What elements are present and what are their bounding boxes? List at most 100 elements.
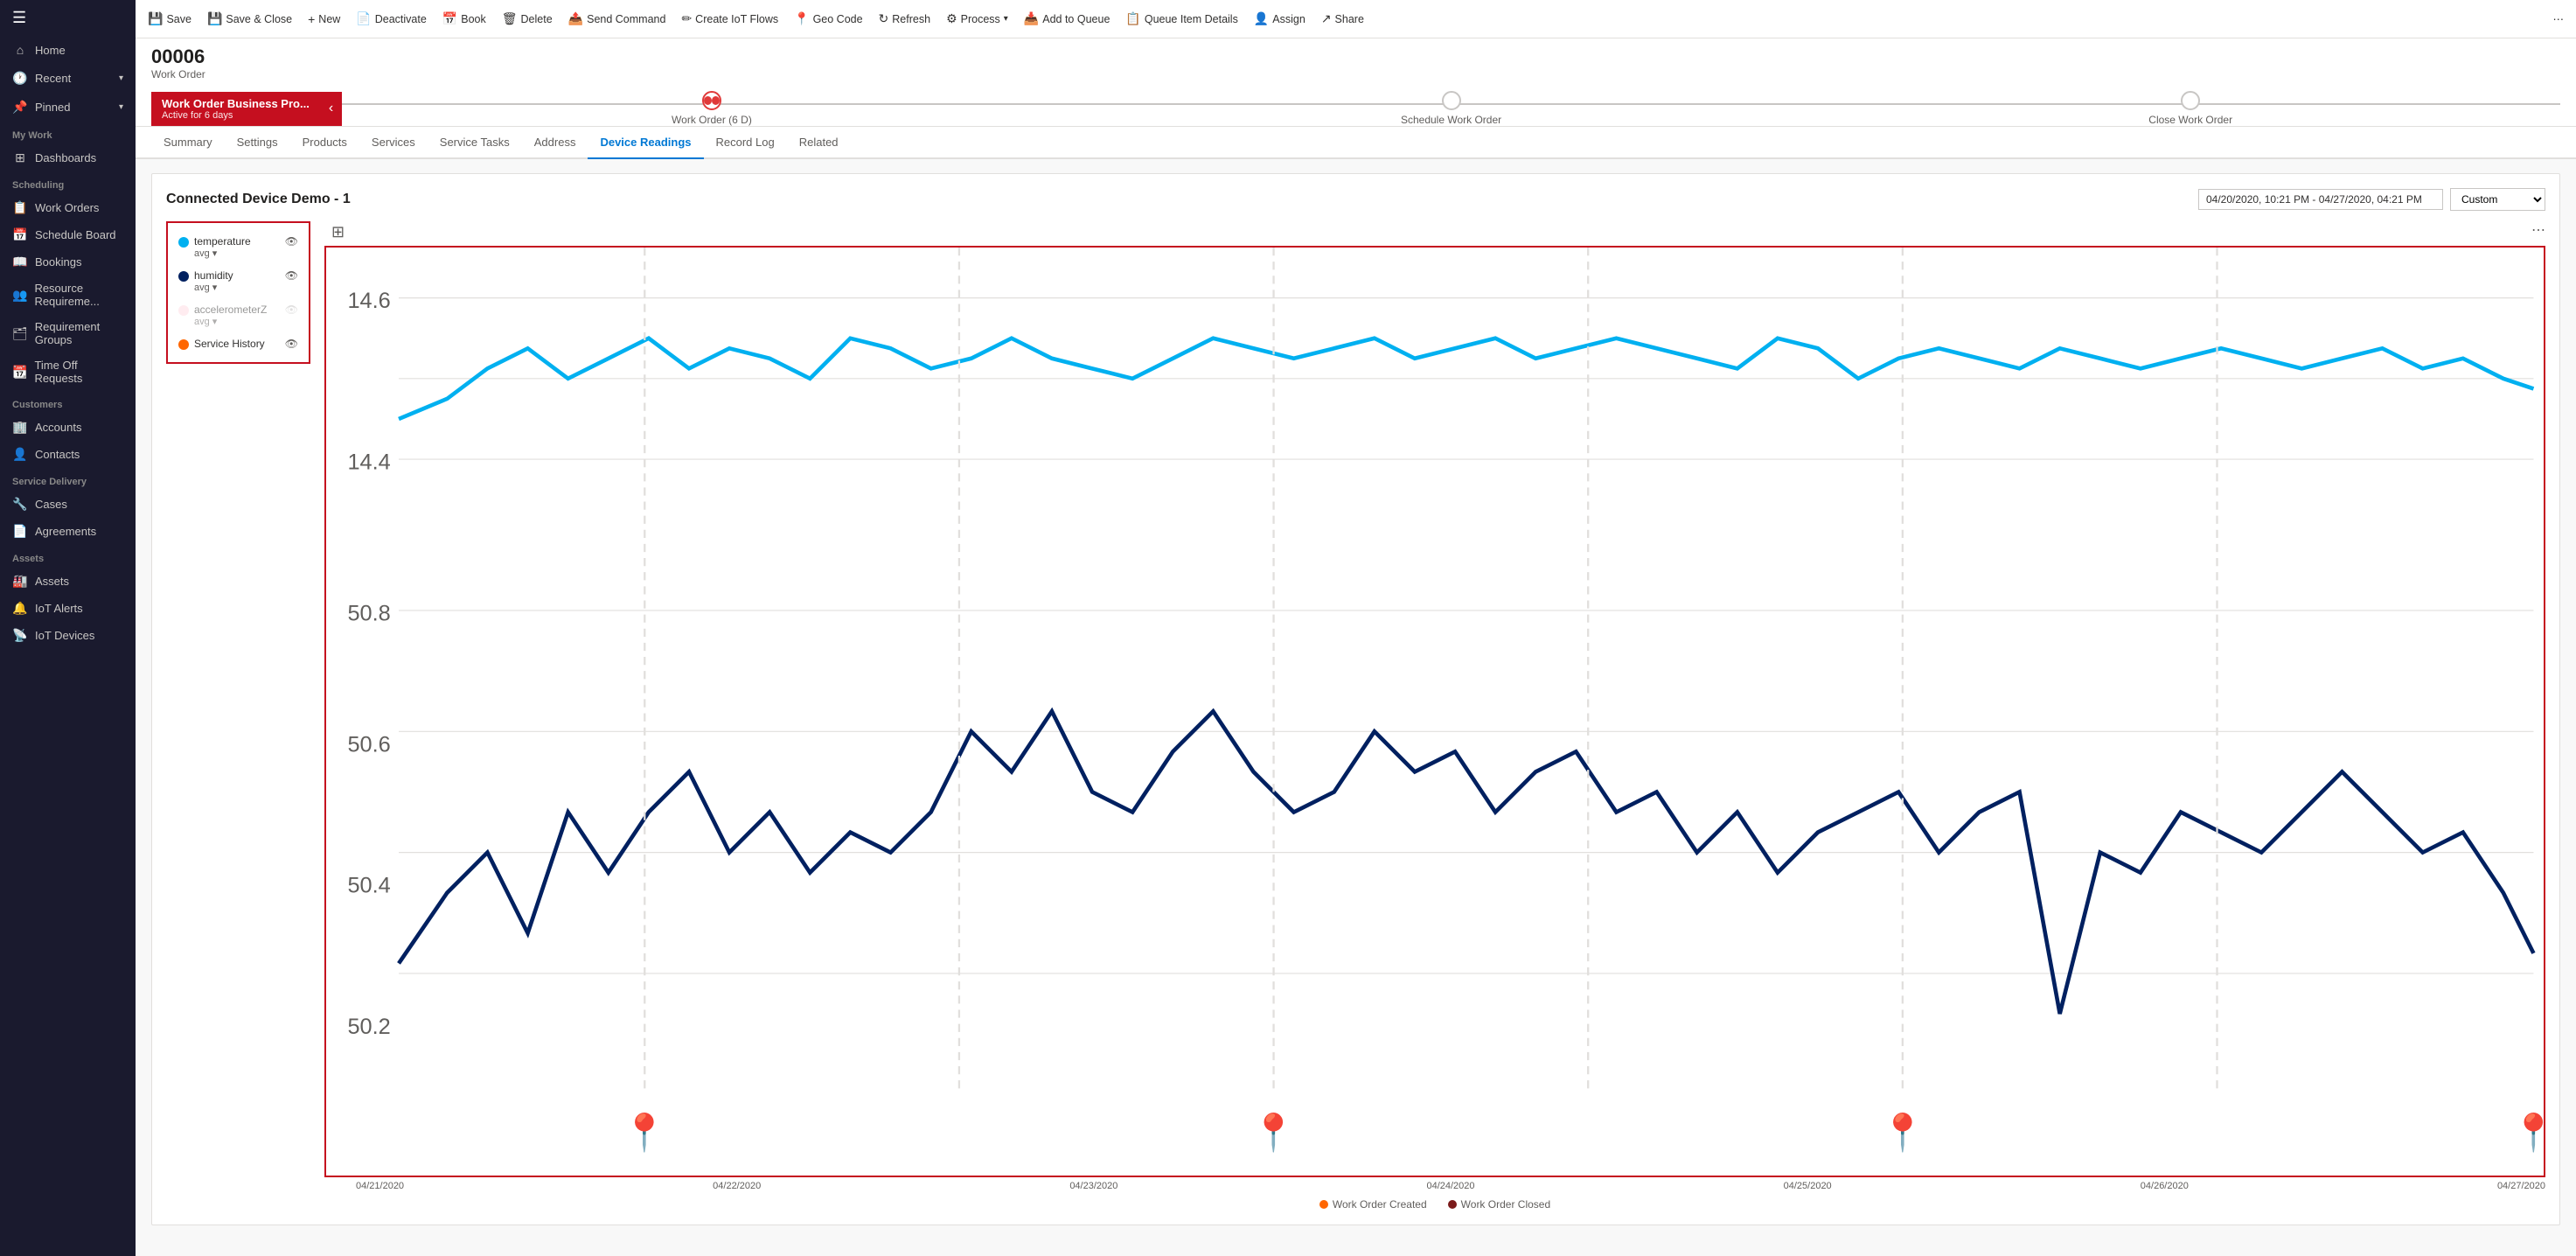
deactivate-button[interactable]: 📄 Deactivate xyxy=(349,7,434,31)
assign-label: Assign xyxy=(1272,13,1305,25)
send-command-label: Send Command xyxy=(587,13,665,25)
queue-item-details-button[interactable]: 📋 Queue Item Details xyxy=(1118,7,1244,31)
process-icon: ⚙ xyxy=(946,11,957,26)
status-circle-schedule xyxy=(1442,91,1461,110)
refresh-button[interactable]: ↻ Refresh xyxy=(872,7,938,31)
tab-services[interactable]: Services xyxy=(359,127,428,159)
status-label-work-order: Work Order (6 D) xyxy=(672,114,752,126)
chart-date-range: Custom Last 7 Days Last 30 Days xyxy=(2198,188,2545,211)
sidebar-item-bookings[interactable]: 📖 Bookings xyxy=(0,248,136,276)
geo-code-icon: 📍 xyxy=(794,11,809,26)
sidebar-pinned-label: Pinned xyxy=(35,101,70,114)
geo-code-button[interactable]: 📍 Geo Code xyxy=(787,7,869,31)
tab-address[interactable]: Address xyxy=(522,127,588,159)
bookings-icon: 📖 xyxy=(12,255,28,269)
sidebar-item-pinned[interactable]: 📌 Pinned ▾ xyxy=(0,93,136,122)
humidity-eye-icon[interactable]: 👁 xyxy=(285,269,298,282)
status-active-pill[interactable]: Work Order Business Pro... Active for 6 … xyxy=(151,92,320,126)
assets-icon: 🏭 xyxy=(12,574,28,589)
req-groups-label: Requirement Groups xyxy=(35,320,123,346)
sidebar-item-agreements[interactable]: 📄 Agreements xyxy=(0,518,136,545)
process-button[interactable]: ⚙ Process ▾ xyxy=(939,7,1015,31)
sidebar-item-requirement-groups[interactable]: 🗂 Requirement Groups xyxy=(0,314,136,352)
sidebar-item-recent[interactable]: 🕐 Recent ▾ xyxy=(0,64,136,93)
chart-layers-button[interactable]: ⊞ xyxy=(331,223,345,241)
tab-related[interactable]: Related xyxy=(787,127,851,159)
tab-settings[interactable]: Settings xyxy=(225,127,290,159)
share-button[interactable]: ↗ Share xyxy=(1314,7,1371,31)
tab-record-log[interactable]: Record Log xyxy=(704,127,787,159)
tab-products[interactable]: Products xyxy=(290,127,359,159)
share-icon: ↗ xyxy=(1321,11,1332,26)
iot-alerts-icon: 🔔 xyxy=(12,601,28,616)
iot-devices-icon: 📡 xyxy=(12,628,28,643)
accelerometer-eye-icon[interactable]: 👁 xyxy=(285,304,298,316)
work-order-closed-dot xyxy=(1448,1200,1457,1209)
book-button[interactable]: 📅 Book xyxy=(435,7,493,31)
tab-summary[interactable]: Summary xyxy=(151,127,225,159)
sidebar-item-dashboards[interactable]: ⊞ Dashboards xyxy=(0,144,136,171)
x-label-0423: 04/23/2020 xyxy=(1069,1181,1117,1191)
sidebar-item-accounts[interactable]: 🏢 Accounts xyxy=(0,414,136,441)
more-button[interactable]: ⋯ xyxy=(2546,8,2572,30)
accelerometer-dot xyxy=(178,305,189,316)
chart-options-button[interactable]: ⋯ xyxy=(2531,221,2545,239)
x-label-0422: 04/22/2020 xyxy=(713,1181,761,1191)
schedule-board-icon: 📅 xyxy=(12,227,28,242)
book-icon: 📅 xyxy=(442,11,457,26)
add-to-queue-button[interactable]: 📥 Add to Queue xyxy=(1017,7,1117,31)
chart-svg: 14.6 14.4 50.8 50.6 50.4 50.2 xyxy=(324,246,2545,1177)
svg-text:50.4: 50.4 xyxy=(347,874,390,898)
section-header-mywork: My Work xyxy=(0,122,136,144)
sidebar-item-work-orders[interactable]: 📋 Work Orders xyxy=(0,194,136,221)
sidebar-item-assets[interactable]: 🏭 Assets xyxy=(0,568,136,595)
legend-item-service-history[interactable]: Service History 👁 xyxy=(175,332,302,355)
assign-button[interactable]: 👤 Assign xyxy=(1247,7,1312,31)
send-command-button[interactable]: 📤 Send Command xyxy=(561,7,673,31)
x-axis-labels: 04/21/2020 04/22/2020 04/23/2020 04/24/2… xyxy=(324,1177,2545,1191)
accelerometer-avg-label: avg xyxy=(194,317,210,327)
service-history-eye-icon[interactable]: 👁 xyxy=(285,338,298,350)
save-close-label: Save & Close xyxy=(226,13,292,25)
bookings-label: Bookings xyxy=(35,255,81,269)
legend-item-accelerometer[interactable]: accelerometerZ avg ▾ 👁 xyxy=(175,298,302,332)
sidebar-item-time-off-requests[interactable]: 📆 Time Off Requests xyxy=(0,352,136,391)
create-iot-flows-button[interactable]: ✏ Create IoT Flows xyxy=(674,7,785,31)
delete-icon: 🗑 xyxy=(502,11,518,26)
add-to-queue-icon: 📥 xyxy=(1024,11,1039,26)
tab-service-tasks[interactable]: Service Tasks xyxy=(428,127,522,159)
chart-body: temperature avg ▾ 👁 humidity xyxy=(166,221,2545,1211)
sidebar-item-home[interactable]: ⌂ Home xyxy=(0,36,136,64)
x-label-0425: 04/25/2020 xyxy=(1784,1181,1832,1191)
refresh-label: Refresh xyxy=(892,13,930,25)
process-dropdown-icon: ▾ xyxy=(1004,14,1008,24)
save-button[interactable]: 💾 Save xyxy=(141,7,198,31)
date-preset-select[interactable]: Custom Last 7 Days Last 30 Days xyxy=(2450,188,2545,211)
new-button[interactable]: + New xyxy=(301,8,347,31)
recent-icon: 🕐 xyxy=(12,71,28,86)
legend-item-temperature[interactable]: temperature avg ▾ 👁 xyxy=(175,230,302,264)
add-to-queue-label: Add to Queue xyxy=(1042,13,1110,25)
toolbar: 💾 Save 💾 Save & Close + New 📄 Deactivate… xyxy=(136,0,2576,38)
hamburger-menu[interactable]: ☰ xyxy=(0,0,136,36)
legend-item-humidity[interactable]: humidity avg ▾ 👁 xyxy=(175,264,302,298)
sidebar-item-cases[interactable]: 🔧 Cases xyxy=(0,491,136,518)
date-range-input[interactable] xyxy=(2198,189,2443,210)
content-area: Connected Device Demo - 1 Custom Last 7 … xyxy=(136,159,2576,1256)
svg-text:50.2: 50.2 xyxy=(347,1015,390,1039)
sidebar-item-iot-devices[interactable]: 📡 IoT Devices xyxy=(0,622,136,649)
deactivate-label: Deactivate xyxy=(375,13,427,25)
temperature-eye-icon[interactable]: 👁 xyxy=(285,235,298,248)
legend-work-order-created: Work Order Created xyxy=(1319,1198,1427,1211)
save-close-button[interactable]: 💾 Save & Close xyxy=(200,7,299,31)
tab-device-readings[interactable]: Device Readings xyxy=(588,127,703,159)
sidebar-item-contacts[interactable]: 👤 Contacts xyxy=(0,441,136,468)
sidebar-item-schedule-board[interactable]: 📅 Schedule Board xyxy=(0,221,136,248)
chevron-down-icon: ▾ xyxy=(119,73,123,83)
sidebar-item-resource-requirements[interactable]: 👥 Resource Requireme... xyxy=(0,276,136,314)
sidebar-item-iot-alerts[interactable]: 🔔 IoT Alerts xyxy=(0,595,136,622)
status-chevron-button[interactable]: ‹ xyxy=(320,92,342,126)
schedule-board-label: Schedule Board xyxy=(35,228,116,241)
delete-button[interactable]: 🗑 Delete xyxy=(495,7,560,31)
humidity-label-group: humidity avg ▾ xyxy=(194,269,233,293)
